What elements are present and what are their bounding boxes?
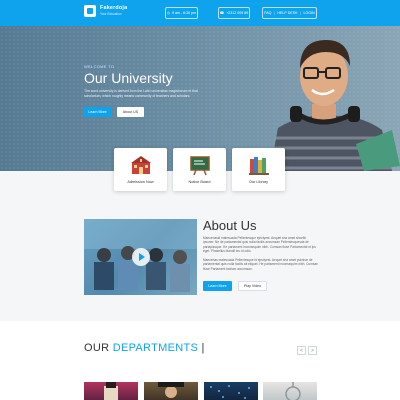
notice-board-icon xyxy=(189,156,210,176)
text-cursor: | xyxy=(198,342,205,354)
hero-learn-more-button[interactable]: Learn More xyxy=(84,107,111,117)
about-title: About Us xyxy=(203,218,257,233)
department-thumbnail[interactable] xyxy=(144,382,198,400)
department-thumbnail[interactable] xyxy=(263,382,317,400)
top-header: Fakerdoja Your Education ◷ 9 am - 6:30 p… xyxy=(0,0,400,26)
nav-login[interactable]: LOGIN xyxy=(304,11,315,15)
hero-kicker: WELCOME TO xyxy=(84,64,115,69)
play-icon[interactable] xyxy=(132,248,150,266)
hero-about-us-button[interactable]: About US xyxy=(117,107,144,117)
nav-divider: | xyxy=(273,11,275,15)
phone-text: +2312 009 89 xyxy=(226,11,249,15)
nav-divider: | xyxy=(300,11,301,15)
top-nav: FAQ | HELP DESK | LOGIN xyxy=(262,7,317,19)
play-video-button[interactable]: Play Video xyxy=(238,281,267,291)
hero-title: Our University xyxy=(84,70,173,86)
card-label: Notice Board xyxy=(188,180,211,184)
card-library[interactable]: Our Library xyxy=(232,148,285,191)
departments-heading: OUR DEPARTMENTS | xyxy=(84,342,205,354)
logo[interactable]: Fakerdoja Your Education xyxy=(84,5,127,17)
hours-badge: ◷ 9 am - 6:30 pm xyxy=(165,7,198,19)
page: Fakerdoja Your Education ◷ 9 am - 6:30 p… xyxy=(0,0,400,400)
hours-text: 9 am - 6:30 pm xyxy=(171,11,197,15)
card-notice-board[interactable]: Notice Board xyxy=(173,148,226,191)
about-learn-more-button[interactable]: Learn More xyxy=(203,281,232,291)
department-thumbnail[interactable] xyxy=(84,382,138,400)
logo-name: Fakerdoja xyxy=(100,5,128,12)
departments-heading-highlight: DEPARTMENTS xyxy=(112,342,199,354)
about-paragraph: Maecenasid malesuada Pellentesque ejecty… xyxy=(203,236,316,254)
carousel-next-button[interactable]: > xyxy=(308,346,317,355)
phone-badge[interactable]: ☎ +2312 009 89 xyxy=(218,7,250,19)
hero-description: The word university is derived from the … xyxy=(84,89,198,98)
school-building-icon xyxy=(130,156,151,174)
nav-faq[interactable]: FAQ xyxy=(264,11,271,15)
books-icon xyxy=(248,157,269,175)
nav-help-desk[interactable]: HELP DESK xyxy=(277,11,297,15)
logo-icon xyxy=(84,5,96,17)
card-label: Our Library xyxy=(249,180,268,184)
departments-heading-part1: OUR xyxy=(84,342,113,354)
about-section-background xyxy=(0,171,400,321)
clock-icon: ◷ xyxy=(166,11,170,15)
phone-icon: ☎ xyxy=(219,11,225,15)
department-thumbnail[interactable] xyxy=(204,382,258,400)
logo-tagline: Your Education xyxy=(100,11,122,16)
about-paragraph: Maecenas malesuada Pellentesque id eject… xyxy=(203,258,318,271)
about-video-thumbnail[interactable] xyxy=(84,219,197,295)
carousel-prev-button[interactable]: < xyxy=(297,346,306,355)
card-admission[interactable]: Admission Now xyxy=(114,148,167,191)
card-label: Admission Now xyxy=(127,180,154,184)
